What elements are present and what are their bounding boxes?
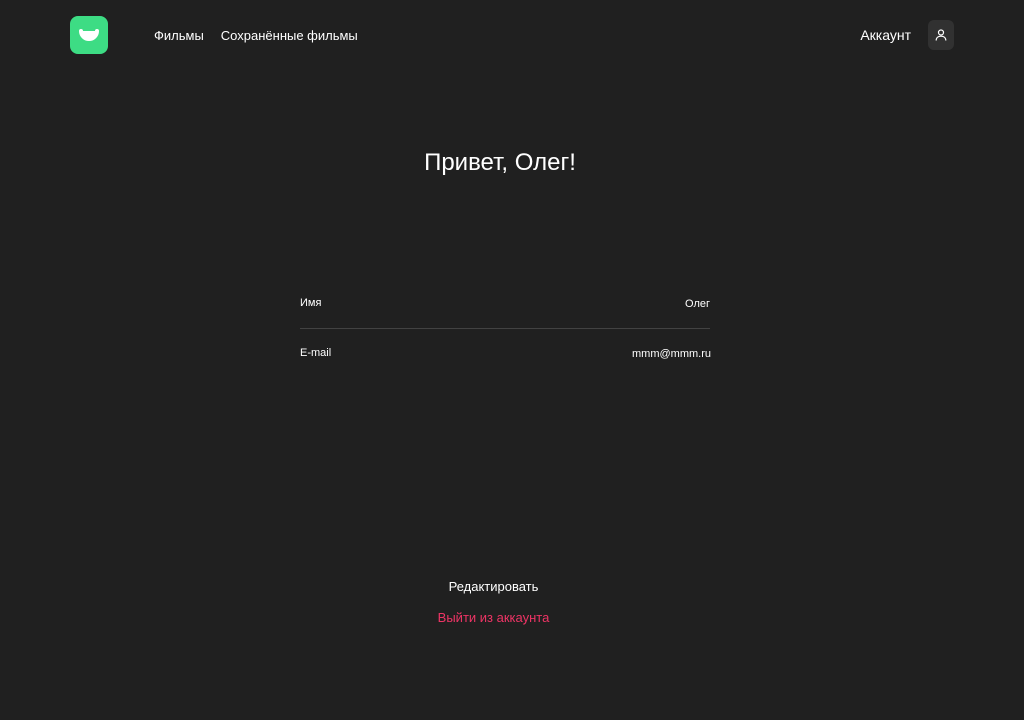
profile-page: Фильмы Сохранённые фильмы Аккаунт Привет… [0,0,1024,720]
name-label: Имя [300,297,322,309]
edit-profile-button[interactable]: Редактировать [449,578,539,596]
email-label: E-mail [300,347,332,359]
email-value: mmm@mmm.ru [632,348,711,360]
account-button[interactable]: Аккаунт [860,20,954,50]
user-icon [928,20,954,50]
logout-button[interactable]: Выйти из аккаунта [438,609,550,627]
logo[interactable] [70,16,108,54]
profile-email-row: E-mail mmm@mmm.ru [300,346,711,361]
main-nav: Фильмы Сохранённые фильмы [154,27,358,45]
profile-actions: Редактировать Выйти из аккаунта [0,578,987,627]
account-label: Аккаунт [860,27,911,43]
name-value: Олег [685,298,710,310]
nav-saved-movies-link[interactable]: Сохранённые фильмы [221,27,358,45]
page-title: Привет, Олег! [424,149,576,176]
profile-info: Имя Олег E-mail mmm@mmm.ru [300,296,711,361]
nav-movies-link[interactable]: Фильмы [154,27,204,45]
profile-name-row: Имя Олег [300,296,710,329]
smile-logo-icon [79,29,99,41]
